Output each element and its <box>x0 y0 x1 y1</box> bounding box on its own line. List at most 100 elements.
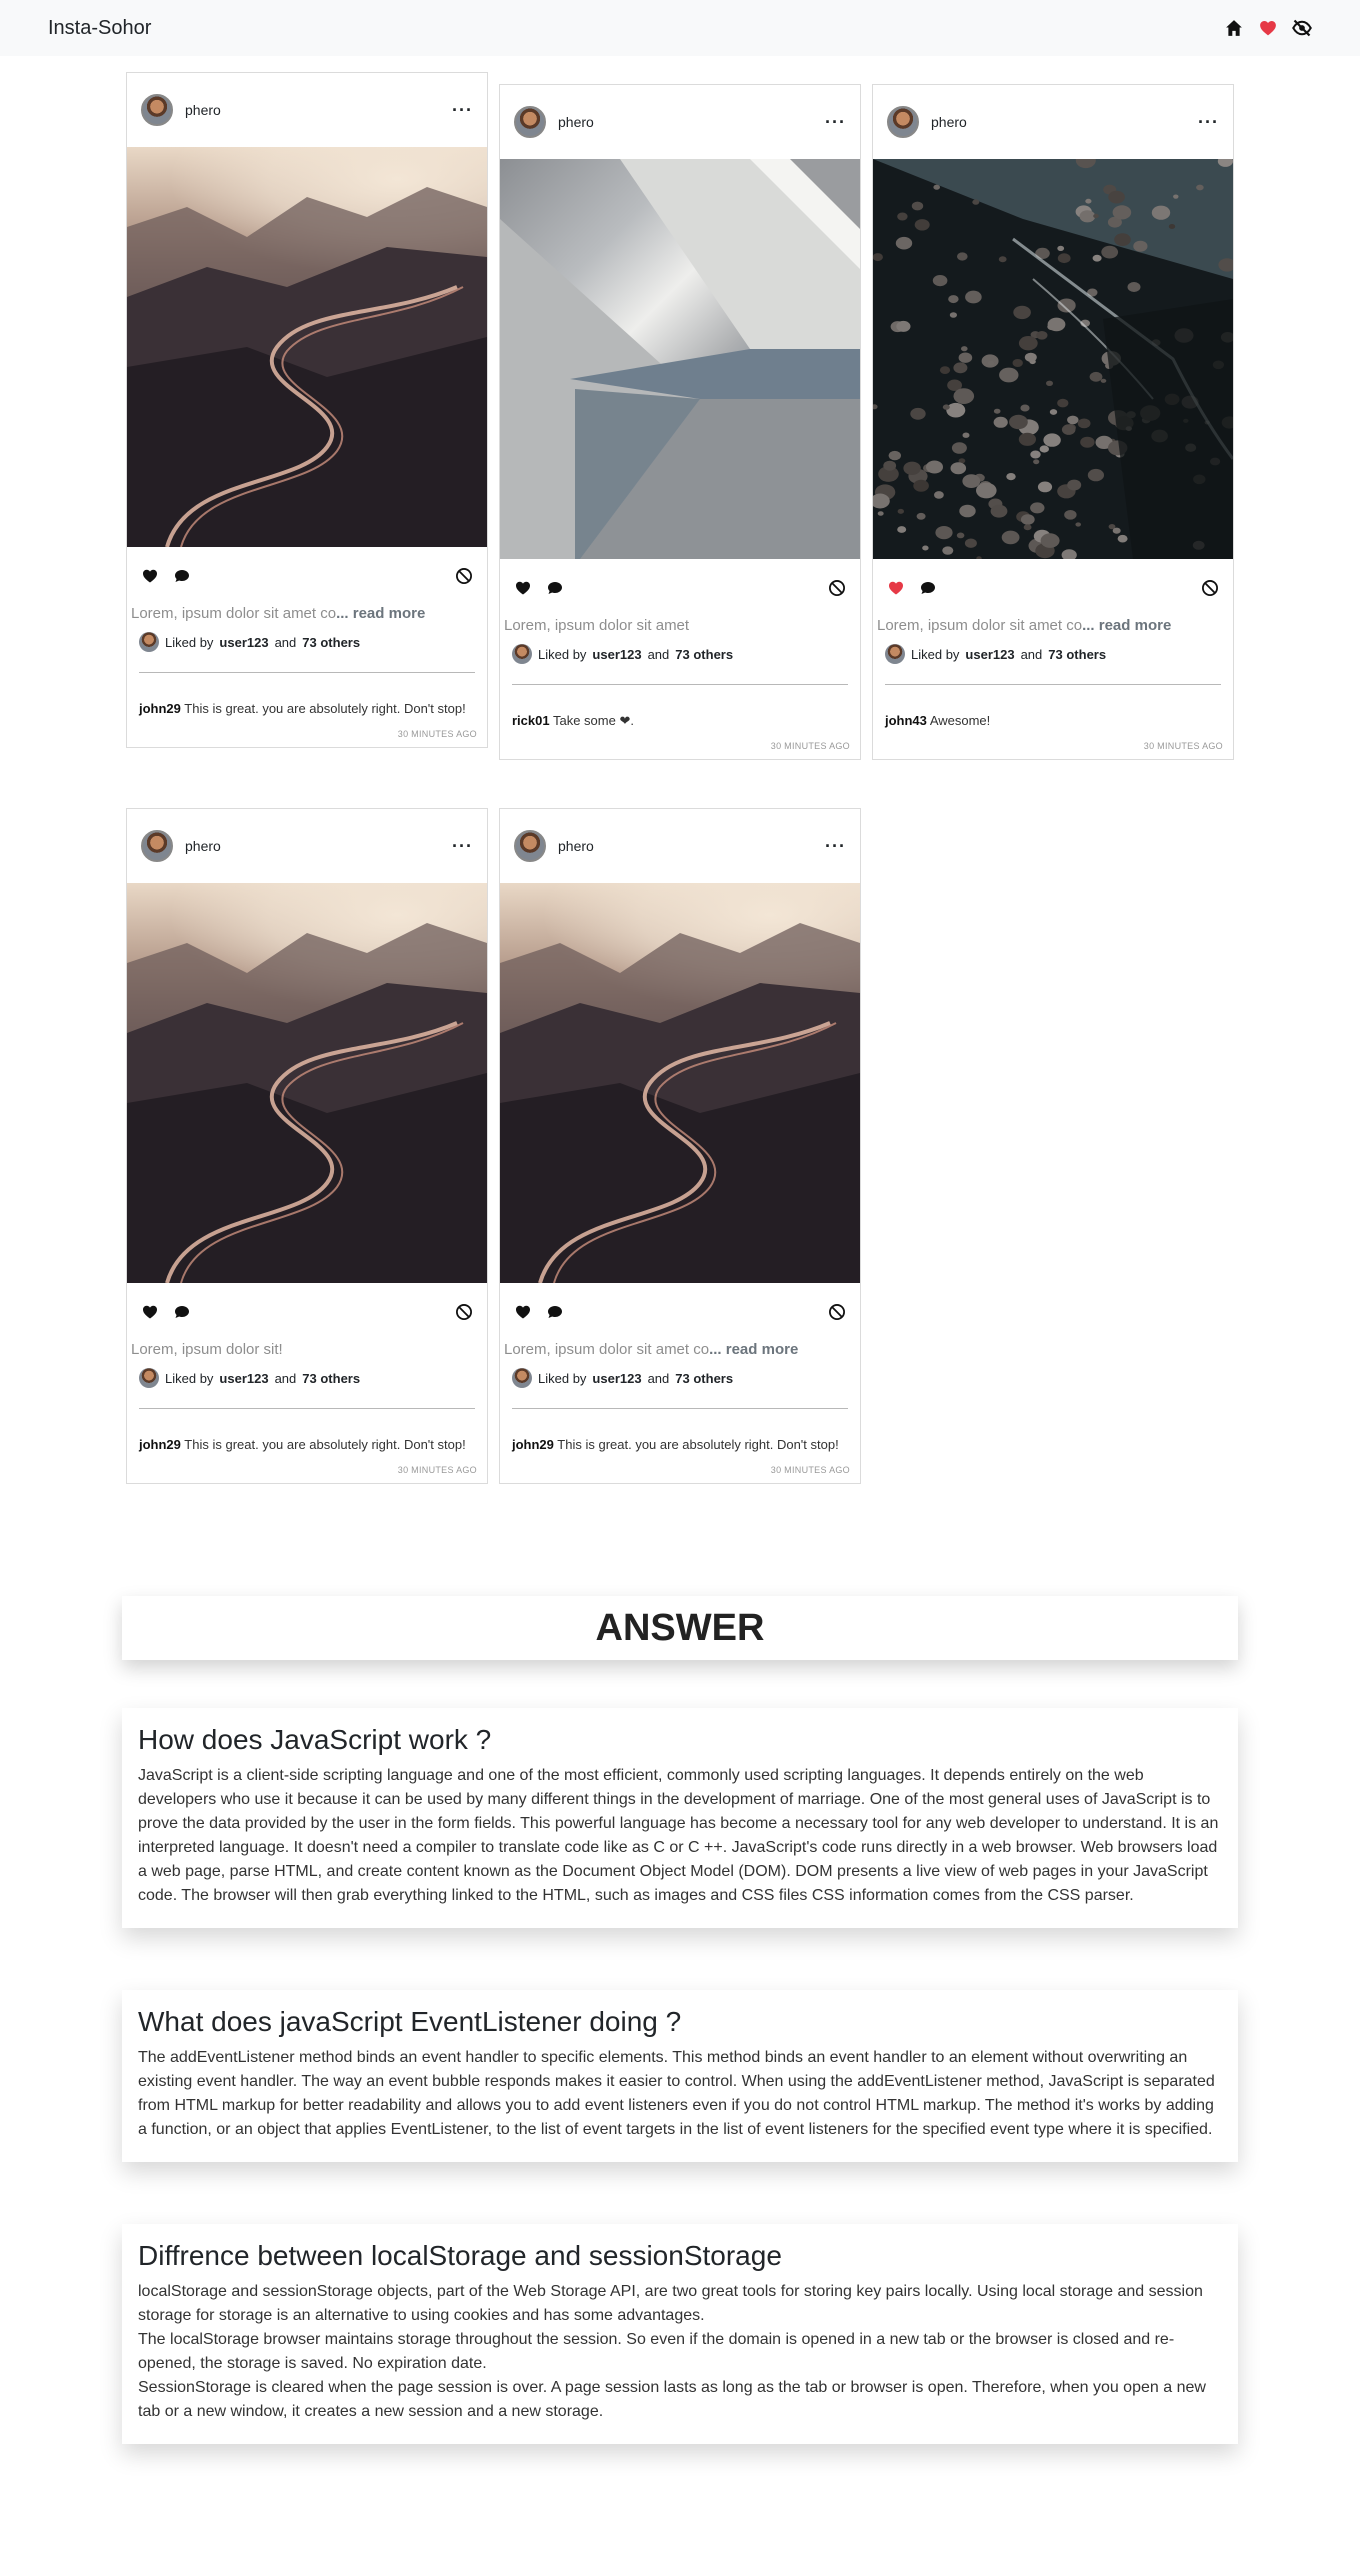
more-options-icon[interactable]: ··· <box>1198 113 1219 131</box>
liked-by-prefix: Liked by <box>538 1370 587 1386</box>
post-username[interactable]: phero <box>558 114 594 130</box>
comment-user[interactable]: john43 <box>885 713 927 728</box>
like-icon[interactable] <box>141 1303 159 1321</box>
liked-by-user[interactable]: user123 <box>965 647 1014 662</box>
post-author[interactable]: phero <box>887 106 967 138</box>
post-card: phero ··· Lorem, ipsum dolor sit amet co… <box>126 72 488 748</box>
liked-by-others[interactable]: 73 others <box>675 1371 733 1386</box>
liked-by-avatar <box>139 1368 159 1388</box>
post-username[interactable]: phero <box>185 102 221 118</box>
read-more-link[interactable]: ... read more <box>336 605 425 622</box>
post-header: phero ··· <box>873 85 1233 159</box>
read-more-link[interactable]: ... read more <box>1082 617 1171 634</box>
home-icon[interactable] <box>1224 18 1244 38</box>
avatar[interactable] <box>514 830 546 862</box>
liked-by-avatar <box>139 632 159 652</box>
liked-by-user[interactable]: user123 <box>219 635 268 650</box>
post-card: phero ··· Lorem, ipsum dolor sit! Liked … <box>126 808 488 1484</box>
report-icon[interactable] <box>455 567 473 585</box>
post-image[interactable] <box>127 883 487 1283</box>
liked-by-others[interactable]: 73 others <box>302 635 360 650</box>
post-username[interactable]: phero <box>558 838 594 854</box>
card-heading: How does JavaScript work ? <box>138 1724 492 1755</box>
comment-icon[interactable] <box>546 1303 564 1321</box>
comment-icon[interactable] <box>546 579 564 597</box>
post-username[interactable]: phero <box>185 838 221 854</box>
avatar[interactable] <box>141 94 173 126</box>
like-icon[interactable] <box>514 579 532 597</box>
comment-icon[interactable] <box>919 579 937 597</box>
post-image[interactable] <box>127 147 487 547</box>
report-icon[interactable] <box>828 1303 846 1321</box>
post-time: 30 MINUTES AGO <box>770 1465 850 1475</box>
card-heading: What does javaScript EventListener doing… <box>138 2006 682 2037</box>
card-paragraph: localStorage and sessionStorage objects,… <box>138 2283 1203 2324</box>
read-more-link[interactable]: ... read more <box>709 1341 798 1358</box>
post-author[interactable]: phero <box>141 830 221 862</box>
card-paragraph: JavaScript is a client-side scripting la… <box>138 1767 1219 1904</box>
comment-icon[interactable] <box>173 567 191 585</box>
post-actions <box>127 547 487 605</box>
comment-icon[interactable] <box>173 1303 191 1321</box>
liked-by-user[interactable]: user123 <box>592 647 641 662</box>
liked-by-and: and <box>274 1370 297 1386</box>
liked-by-others[interactable]: 73 others <box>675 647 733 662</box>
answer-card-storage: Diffrence between localStorage and sessi… <box>122 2224 1238 2444</box>
liked-by-others[interactable]: 73 others <box>302 1371 360 1386</box>
report-icon[interactable] <box>828 579 846 597</box>
comment-user[interactable]: john29 <box>139 701 181 716</box>
comment-user[interactable]: rick01 <box>512 713 550 728</box>
liked-by: Liked by user123 and 73 others <box>873 634 1233 664</box>
navbar: Insta-Sohor <box>0 0 1360 56</box>
liked-by-and: and <box>274 634 297 650</box>
comment: john29 This is great. you are absolutely… <box>127 1409 487 1457</box>
post-caption: Lorem, ipsum dolor sit amet co... read m… <box>127 605 487 622</box>
like-icon[interactable] <box>141 567 159 585</box>
liked-by-avatar <box>512 644 532 664</box>
post-author[interactable]: phero <box>514 830 594 862</box>
more-options-icon[interactable]: ··· <box>452 101 473 119</box>
liked-by-and: and <box>647 646 670 662</box>
liked-by-user[interactable]: user123 <box>592 1371 641 1386</box>
brand-logo[interactable]: Insta-Sohor <box>48 17 151 40</box>
posts-grid: phero ··· Lorem, ipsum dolor sit amet co… <box>0 56 1360 1596</box>
heart-icon[interactable] <box>1258 18 1278 38</box>
post-author[interactable]: phero <box>514 106 594 138</box>
post-author[interactable]: phero <box>141 94 221 126</box>
card-heading: Diffrence between localStorage and sessi… <box>138 2240 782 2271</box>
liked-by-user[interactable]: user123 <box>219 1371 268 1386</box>
eye-slash-icon[interactable] <box>1292 18 1312 38</box>
heart-filled-icon[interactable] <box>887 579 905 597</box>
caption-text: Lorem, ipsum dolor sit amet co <box>131 605 337 622</box>
post-image[interactable] <box>873 159 1233 559</box>
more-options-icon[interactable]: ··· <box>825 837 846 855</box>
caption-text: Lorem, ipsum dolor sit amet co <box>504 1341 710 1358</box>
post-caption: Lorem, ipsum dolor sit! <box>127 1341 487 1358</box>
caption-text: Lorem, ipsum dolor sit amet co <box>877 617 1083 634</box>
liked-by: Liked by user123 and 73 others <box>500 1358 860 1388</box>
more-options-icon[interactable]: ··· <box>452 837 473 855</box>
liked-by-others[interactable]: 73 others <box>1048 647 1106 662</box>
post-time: 30 MINUTES AGO <box>770 741 850 751</box>
post-image[interactable] <box>500 883 860 1283</box>
liked-by: Liked by user123 and 73 others <box>500 634 860 664</box>
post-time: 30 MINUTES AGO <box>1143 741 1223 751</box>
avatar[interactable] <box>141 830 173 862</box>
comment-user[interactable]: john29 <box>139 1437 181 1452</box>
more-options-icon[interactable]: ··· <box>825 113 846 131</box>
post-time: 30 MINUTES AGO <box>397 1465 477 1475</box>
report-icon[interactable] <box>1201 579 1219 597</box>
post-card: phero ··· Lorem, ipsum dolor sit amet co… <box>872 84 1234 760</box>
liked-by-prefix: Liked by <box>165 634 214 650</box>
comment-user[interactable]: john29 <box>512 1437 554 1452</box>
caption-text: Lorem, ipsum dolor sit amet <box>504 617 690 634</box>
like-icon[interactable] <box>514 1303 532 1321</box>
report-icon[interactable] <box>455 1303 473 1321</box>
post-header: phero ··· <box>500 809 860 883</box>
post-caption: Lorem, ipsum dolor sit amet co... read m… <box>873 617 1233 634</box>
post-username[interactable]: phero <box>931 114 967 130</box>
avatar[interactable] <box>887 106 919 138</box>
avatar[interactable] <box>514 106 546 138</box>
post-image[interactable] <box>500 159 860 559</box>
card-paragraph: The addEventListener method binds an eve… <box>138 2049 1215 2138</box>
